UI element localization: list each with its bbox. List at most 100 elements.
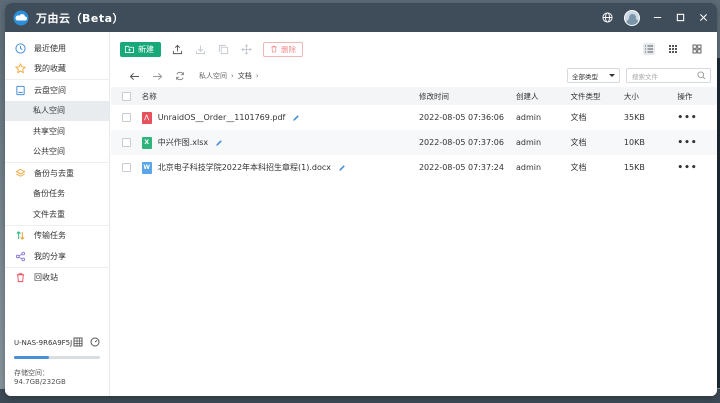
breadcrumb-separator-icon: › — [255, 72, 259, 80]
file-name[interactable]: 中兴作图.xlsx — [158, 137, 208, 148]
file-size: 10KB — [623, 138, 645, 147]
column-type-header[interactable]: 文件类型 — [570, 91, 623, 102]
breadcrumb-item-private-space[interactable]: 私人空间 — [199, 71, 227, 81]
row-checkbox[interactable] — [121, 163, 131, 172]
user-avatar[interactable] — [624, 9, 640, 26]
download-icon[interactable] — [193, 42, 207, 56]
delete-button[interactable]: 删除 — [263, 41, 303, 57]
new-button[interactable]: 新建 — [120, 41, 161, 57]
storage-bar-fill — [14, 356, 50, 359]
sidebar-item-shared-space[interactable]: 共享空间 — [5, 121, 109, 142]
sidebar-item-label: 私人空间 — [33, 106, 65, 116]
pencil-icon[interactable] — [338, 164, 346, 172]
sidebar-item-label: 最近使用 — [34, 43, 66, 53]
file-table: 名称 修改时间 创建人 文件类型 大小 操作 ⋀ UnraidOS__Order… — [111, 87, 717, 180]
app-window: 万由云（Beta） 最近使用 我的收藏 云盘空间 私人空间 共享空间 公共空间 … — [5, 3, 717, 396]
more-actions-icon[interactable]: ••• — [677, 113, 697, 123]
large-grid-view-icon[interactable] — [691, 43, 703, 55]
forward-arrow-icon[interactable] — [151, 70, 163, 82]
storage-bar — [14, 356, 100, 359]
maximize-icon[interactable] — [674, 12, 686, 24]
row-checkbox[interactable] — [121, 138, 131, 147]
trash-icon — [271, 45, 277, 53]
sidebar-item-label: 回收站 — [34, 273, 58, 283]
excel-file-icon: X — [141, 136, 152, 149]
file-type-filter[interactable]: 全部类型 — [567, 68, 620, 83]
file-owner: admin — [516, 113, 542, 122]
upload-icon[interactable] — [170, 42, 184, 56]
table-header: 名称 修改时间 创建人 文件类型 大小 操作 — [111, 87, 717, 105]
select-all-checkbox[interactable] — [121, 91, 131, 101]
column-size-header[interactable]: 大小 — [624, 91, 677, 102]
file-size: 35KB — [623, 113, 645, 122]
search-placeholder: 搜索文件 — [632, 72, 658, 81]
file-owner: admin — [516, 138, 542, 147]
sidebar-item-recent[interactable]: 最近使用 — [5, 38, 109, 59]
pencil-icon[interactable] — [292, 114, 300, 122]
file-name[interactable]: UnraidOS__Order__1101769.pdf — [158, 113, 286, 122]
column-name-header[interactable]: 名称 — [142, 91, 419, 102]
app-title: 万由云（Beta） — [36, 11, 125, 25]
table-row[interactable]: W 北京电子科技学院2022年本科招生章程(1).docx 2022-08-05… — [111, 155, 717, 180]
back-arrow-icon[interactable] — [128, 70, 140, 82]
sidebar-item-recycle-bin[interactable]: 回收站 — [5, 268, 109, 289]
sidebar-item-label: 传输任务 — [34, 231, 66, 241]
sidebar-item-private-space[interactable]: 私人空间 — [5, 100, 109, 121]
more-actions-icon[interactable]: ••• — [677, 163, 697, 173]
sidebar-item-label: 我的收藏 — [34, 64, 66, 74]
table-row[interactable]: ⋀ UnraidOS__Order__1101769.pdf 2022-08-0… — [111, 105, 717, 130]
sidebar-item-public-space[interactable]: 公共空间 — [5, 142, 109, 163]
file-type: 文档 — [570, 163, 587, 172]
more-actions-icon[interactable]: ••• — [677, 138, 697, 148]
globe-icon[interactable] — [601, 12, 613, 24]
sidebar-item-label: 公共空间 — [33, 147, 65, 157]
sidebar-item-file-dedup[interactable]: 文件去重 — [5, 204, 109, 225]
disk-icon — [14, 84, 26, 96]
sidebar-item-cloud-space[interactable]: 云盘空间 — [5, 80, 109, 101]
search-icon[interactable] — [697, 71, 706, 82]
sidebar-item-favorites[interactable]: 我的收藏 — [5, 59, 109, 80]
transfer-icon — [14, 230, 26, 242]
title-bar: 万由云（Beta） — [5, 3, 717, 32]
refresh-icon[interactable] — [174, 70, 186, 82]
file-owner: admin — [516, 163, 542, 172]
file-name[interactable]: 北京电子科技学院2022年本科招生章程(1).docx — [158, 162, 331, 173]
sidebar-item-label: 共享空间 — [33, 126, 65, 136]
star-icon — [14, 63, 26, 75]
breadcrumb: 私人空间 › 文档 › — [199, 71, 259, 81]
minimize-icon[interactable] — [651, 12, 663, 24]
column-time-header[interactable]: 修改时间 — [419, 91, 516, 102]
toolbar: 新建 删除 — [111, 32, 717, 66]
row-checkbox[interactable] — [121, 113, 131, 122]
copy-icon[interactable] — [216, 42, 230, 56]
sidebar-item-label: 云盘空间 — [34, 85, 66, 95]
cloud-logo-icon — [13, 10, 29, 25]
close-icon[interactable] — [697, 12, 709, 24]
sidebar-item-backup-dedup[interactable]: 备份与去重 — [5, 163, 109, 184]
search-input[interactable]: 搜索文件 — [626, 68, 711, 83]
new-button-label: 新建 — [138, 44, 154, 54]
table-row[interactable]: X 中兴作图.xlsx 2022-08-05 07:37:06 admin 文档… — [111, 130, 717, 155]
column-owner-header[interactable]: 创建人 — [516, 91, 570, 102]
list-view-icon[interactable] — [643, 43, 655, 55]
sidebar-item-my-shares[interactable]: 我的分享 — [5, 246, 109, 267]
file-size: 15KB — [623, 163, 645, 172]
column-actions-header: 操作 — [677, 91, 693, 101]
file-modified-time: 2022-08-05 07:36:06 — [418, 113, 504, 122]
move-icon[interactable] — [239, 42, 253, 56]
grid-view-icon[interactable] — [667, 43, 679, 55]
view-switcher — [643, 43, 717, 55]
device-name: U-NAS-9R6A9F5J — [14, 339, 73, 347]
pencil-icon[interactable] — [215, 139, 223, 147]
share-icon — [14, 250, 26, 262]
trash-icon — [14, 272, 26, 284]
file-modified-time: 2022-08-05 07:37:24 — [418, 163, 504, 172]
grid-device-icon[interactable] — [73, 337, 83, 349]
gauge-icon[interactable] — [90, 337, 100, 349]
sidebar: 最近使用 我的收藏 云盘空间 私人空间 共享空间 公共空间 备份与去重 备份任务 — [5, 32, 110, 396]
sidebar-item-transfers[interactable]: 传输任务 — [5, 226, 109, 247]
breadcrumb-item-documents[interactable]: 文档 — [238, 71, 252, 81]
sidebar-item-backup-tasks[interactable]: 备份任务 — [5, 184, 109, 205]
sidebar-item-label: 备份任务 — [33, 189, 65, 199]
file-type-filter-value: 全部类型 — [572, 72, 598, 81]
